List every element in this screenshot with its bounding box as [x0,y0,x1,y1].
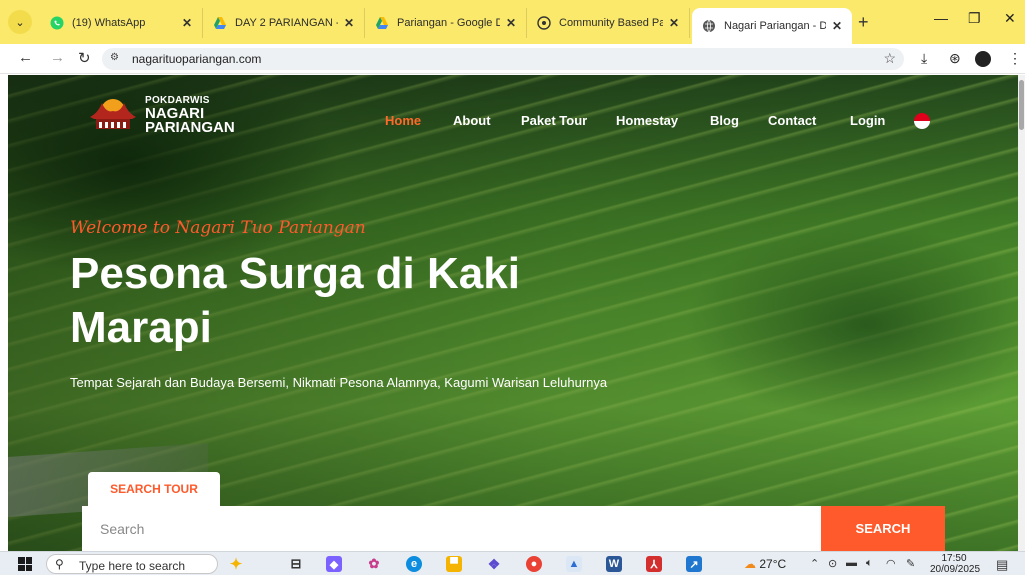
new-tab-button[interactable]: + [858,12,869,33]
tray-app-icon[interactable]: ⊙ [828,557,837,570]
site-info-icon[interactable]: ⚙ [110,52,124,66]
pen-icon[interactable]: ✎ [906,557,915,570]
close-icon[interactable]: ✕ [182,16,192,30]
hero-headline: Pesona Surga di Kaki Marapi [70,249,520,352]
restore-button[interactable]: ❐ [968,10,981,27]
close-icon[interactable]: ✕ [832,19,842,33]
site-logo[interactable]: POKDARWIS NAGARI PARIANGAN [88,93,248,137]
search-icon: ⚲ [55,557,64,571]
nav-homestay[interactable]: Homestay [616,113,678,128]
app-icon[interactable]: ▲ [566,556,582,572]
taskbar-clock[interactable]: 17:50 20/09/2025 [930,553,981,575]
tab-pariangan-drive[interactable]: Pariangan - Google Drive ✕ [365,8,527,38]
minimize-button[interactable]: — [934,10,948,26]
tab-whatsapp[interactable]: (19) WhatsApp ✕ [40,8,203,38]
pdf-reader-icon[interactable]: ⅄ [646,556,662,572]
app-icon[interactable]: ❖ [486,556,502,572]
search-field-container [82,506,822,551]
hero-section: POKDARWIS NAGARI PARIANGAN Home About Pa… [8,75,1018,551]
hero-subtitle: Tempat Sejarah dan Budaya Bersemi, Nikma… [70,375,608,390]
tab-search-button[interactable]: ⌄ [8,10,32,34]
clock-date: 20/09/2025 [930,564,981,575]
weather-temperature: 27°C [759,557,787,571]
page-scrollbar[interactable] [1018,75,1025,551]
search-input[interactable] [100,506,800,551]
close-icon[interactable]: ✕ [506,16,516,30]
scrollbar-thumb[interactable] [1019,80,1024,130]
browser-toolbar: ← → ↻ ⚙ nagarituopariangan.com ☆ ⤓ ⊛ ⋮ [0,44,1025,74]
task-view-icon[interactable]: ⊟ [288,556,304,572]
nav-home[interactable]: Home [385,113,421,128]
tab-title: (19) WhatsApp [72,17,146,29]
forward-icon[interactable]: → [50,49,65,66]
edge-icon[interactable]: e [406,556,422,572]
taskbar-search-box[interactable]: ⚲ Type here to search [46,554,218,574]
nav-paket-tour[interactable]: Paket Tour [521,113,587,128]
tab-title: Nagari Pariangan - Desa [724,20,826,32]
close-window-button[interactable]: ✕ [1004,10,1016,27]
app-icon[interactable]: ↗ [686,556,702,572]
weather-widget[interactable]: ☁ 27°C [744,557,786,571]
copilot-sparkle-icon[interactable]: ✦ [228,556,244,573]
address-bar[interactable]: ⚙ nagarituopariangan.com ☆ [102,48,904,70]
globe-icon [703,19,715,33]
nav-blog[interactable]: Blog [710,113,739,128]
network-icon[interactable]: ▬ [846,557,857,569]
tab-title: Pariangan - Google Drive [397,17,500,29]
search-tour-tab[interactable]: SEARCH TOUR [88,472,220,506]
tab-day2-pariangan[interactable]: DAY 2 PARIANGAN - Goo ✕ [203,8,365,38]
tab-title: Community Based Partic [559,17,663,29]
volume-icon[interactable]: 🔈︎ [866,557,873,570]
clock-time: 17:50 [941,553,967,564]
copilot-app-icon[interactable]: ◆ [326,556,342,572]
app-icon[interactable]: ✿ [366,556,382,572]
tab-title: DAY 2 PARIANGAN - Goo [235,17,338,29]
tab-community-based[interactable]: Community Based Partic ✕ [527,8,690,38]
google-drive-icon [214,17,226,29]
close-icon[interactable]: ✕ [669,16,679,30]
windows-start-icon[interactable] [18,557,32,571]
browser-tab-strip: ⌄ (19) WhatsApp ✕ DAY 2 PARIANGAN - Goo … [0,0,1025,44]
chevron-up-icon[interactable]: ⌃ [810,557,819,570]
google-drive-icon [376,17,388,29]
nav-contact[interactable]: Contact [768,113,816,128]
profile-avatar[interactable] [975,51,991,67]
windows-taskbar: ⚲ Type here to search ✦ ⊟ ◆ ✿ e ▀ ❖ ● ▲ … [0,551,1025,575]
logo-text-bottom: PARIANGAN [145,119,235,136]
indonesia-flag-icon[interactable] [914,113,930,129]
weather-icon: ☁ [744,557,756,571]
rumah-gadang-logo-icon [90,99,136,129]
extensions-icon[interactable]: ⊛ [949,50,961,67]
hero-welcome-text: Welcome to Nagari Tuo Pariangan [70,218,366,238]
menu-kebab-icon[interactable]: ⋮ [1008,50,1022,67]
wifi-icon[interactable]: ◠ [886,557,896,570]
close-icon[interactable]: ✕ [344,16,354,30]
download-icon[interactable]: ⤓ [921,50,927,67]
notification-icon[interactable]: ▤ [996,557,1008,573]
file-explorer-icon[interactable]: ▀ [446,556,462,572]
chrome-icon[interactable]: ● [526,556,542,572]
search-button[interactable]: SEARCH [821,506,945,551]
globe-icon [537,16,551,30]
back-icon[interactable]: ← [18,49,33,66]
whatsapp-icon [50,16,64,30]
reload-icon[interactable]: ↻ [78,49,91,67]
taskbar-search-placeholder: Type here to search [79,559,186,573]
word-icon[interactable]: W [606,556,622,572]
nav-about[interactable]: About [453,113,491,128]
bookmark-star-icon[interactable]: ☆ [883,50,896,67]
tab-nagari-pariangan[interactable]: Nagari Pariangan - Desa ✕ [692,8,852,44]
url-text: nagarituopariangan.com [132,52,262,66]
nav-login[interactable]: Login [850,113,885,128]
